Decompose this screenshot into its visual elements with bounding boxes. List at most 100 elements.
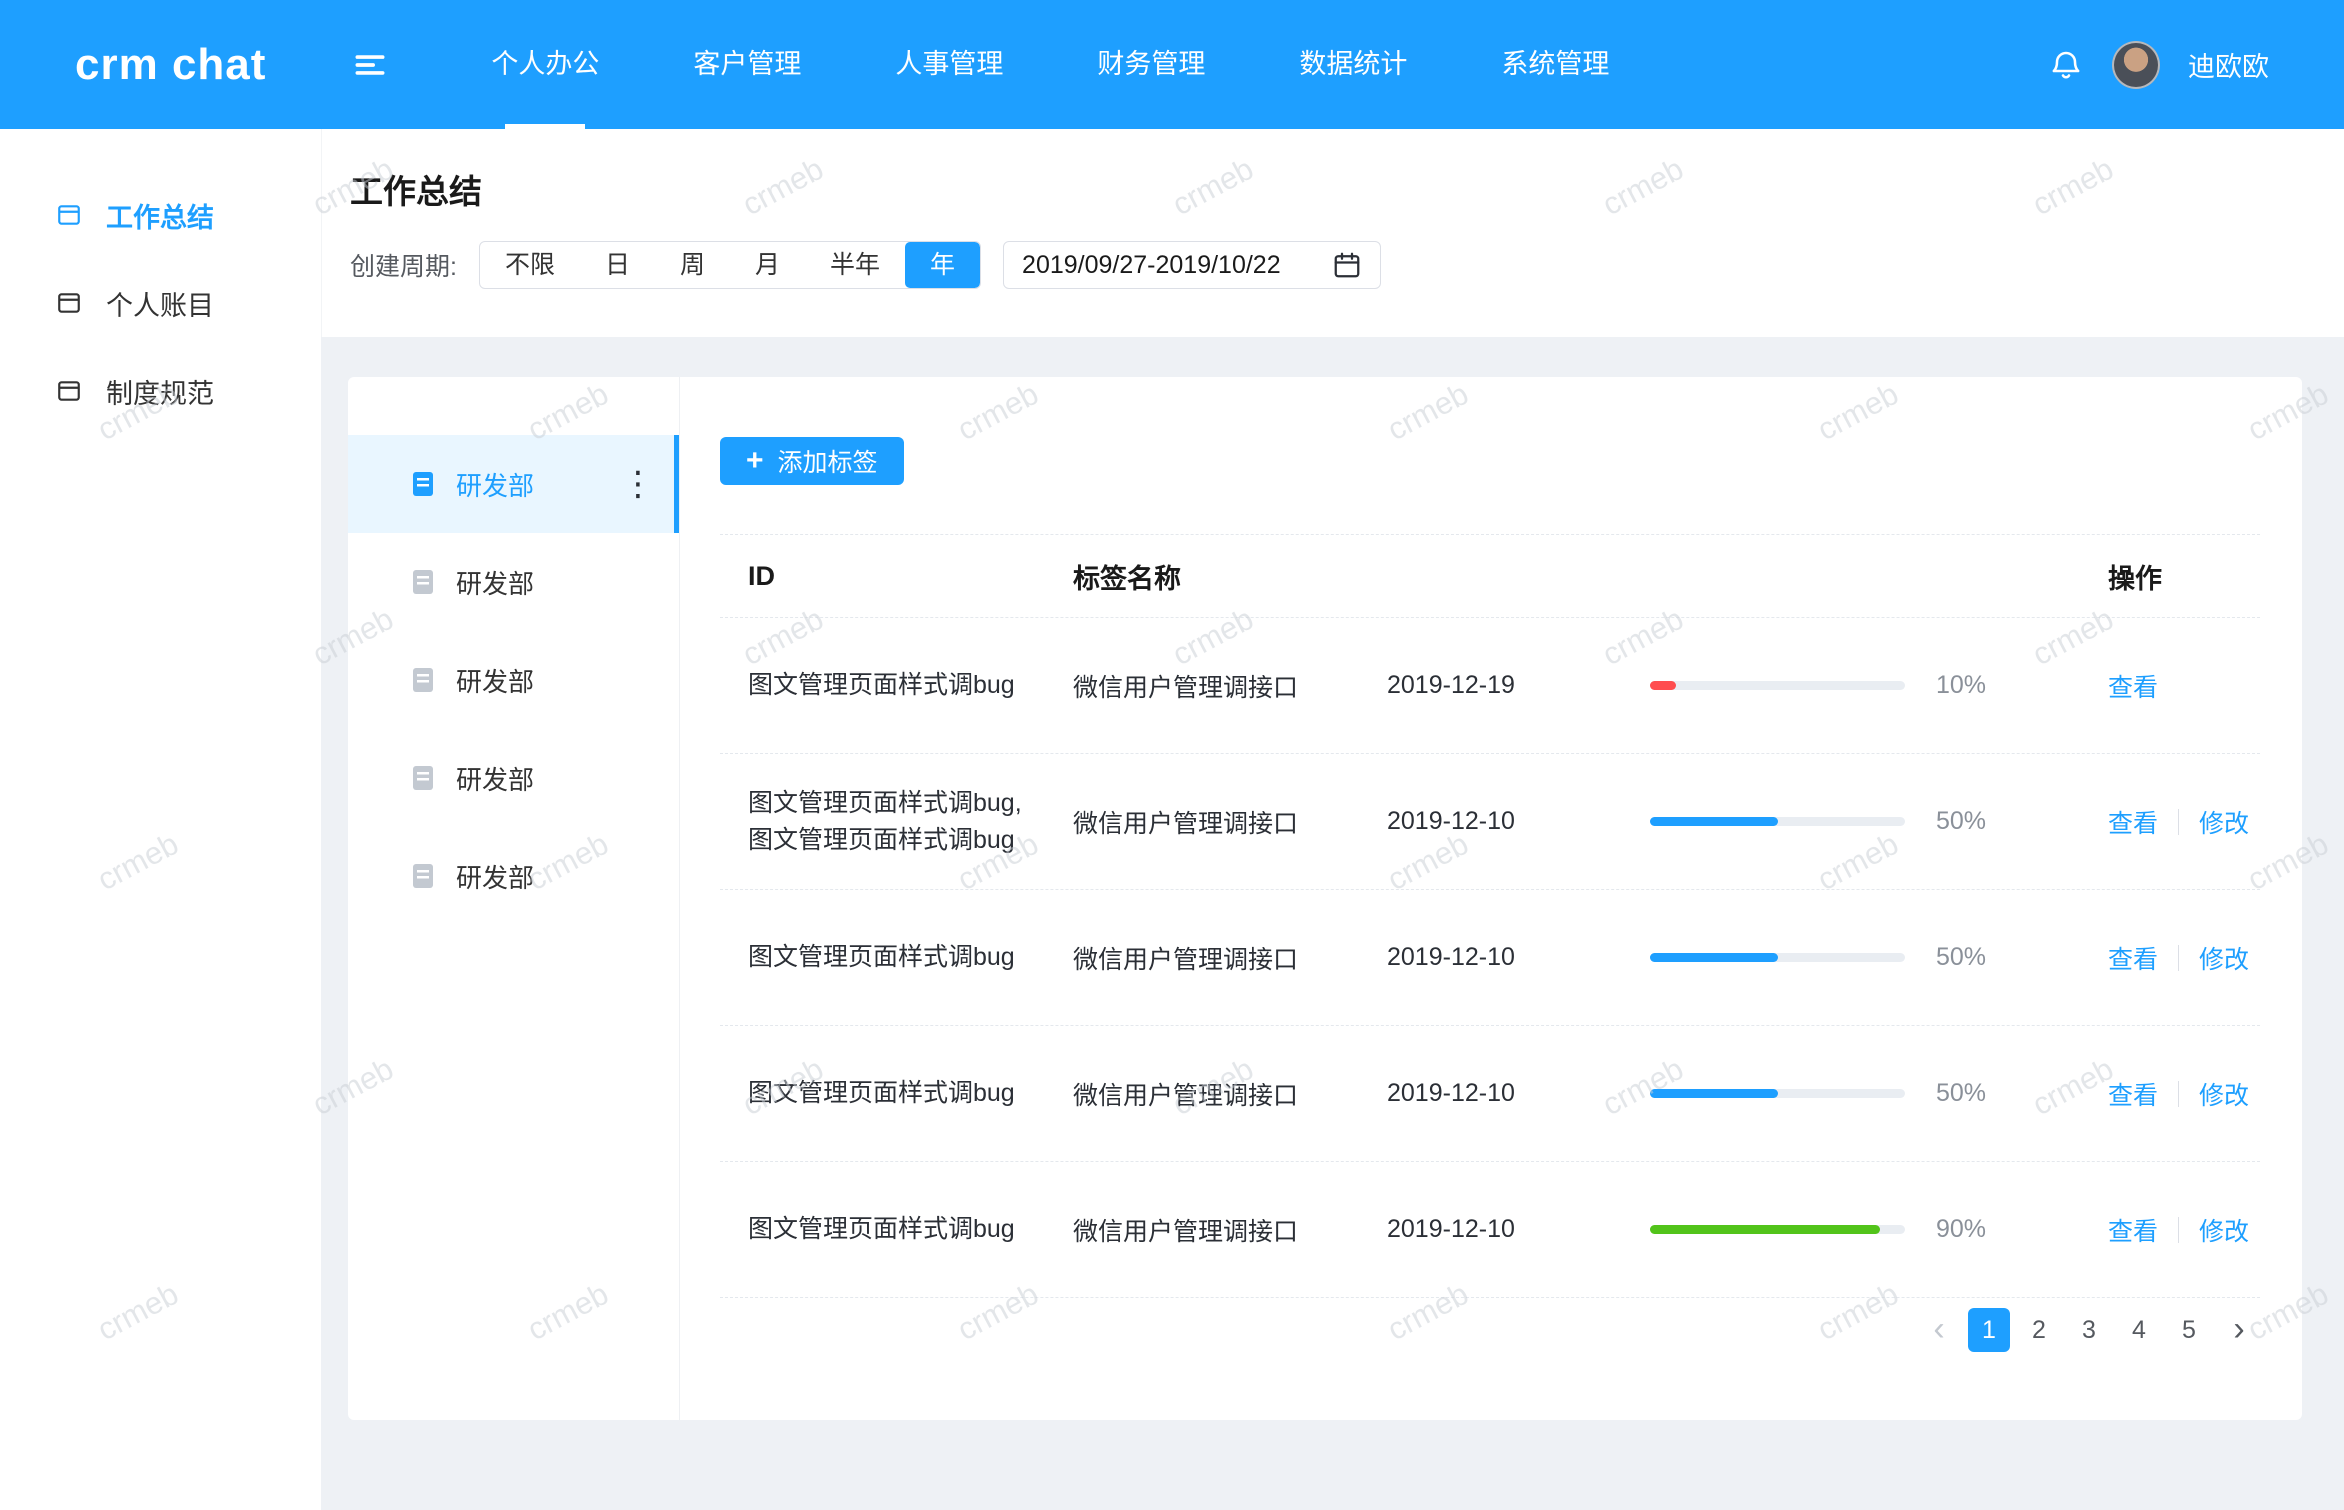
- table-row: 图文管理页面样式调bug 微信用户管理调接口 2019-12-19 10% 查看: [720, 618, 2260, 754]
- pagination-page-3[interactable]: 3: [2068, 1308, 2110, 1352]
- nav-item-data-stats[interactable]: 数据统计: [1252, 0, 1454, 129]
- cell-progress: [1622, 1089, 1908, 1098]
- progress-fill: [1650, 681, 1676, 690]
- action-divider: [2178, 945, 2179, 971]
- document-icon: [412, 863, 434, 889]
- progress-track: [1650, 953, 1905, 962]
- cell-date: 2019-12-10: [1359, 1215, 1622, 1244]
- dept-item[interactable]: 研发部 ⋮: [348, 435, 679, 533]
- view-link[interactable]: 查看: [2108, 1076, 2158, 1112]
- nav-item-personal-office[interactable]: 个人办公: [444, 0, 646, 129]
- cell-id: 图文管理页面样式调bug: [720, 667, 1045, 703]
- view-link[interactable]: 查看: [2108, 1212, 2158, 1248]
- action-divider: [2178, 1081, 2179, 1107]
- edit-link[interactable]: 修改: [2199, 804, 2249, 840]
- pagination-page-2[interactable]: 2: [2018, 1308, 2060, 1352]
- tag-table-area: + 添加标签 ID 标签名称 操作 图文管理页面样式调bug 微信用户管理调接口…: [720, 437, 2260, 1380]
- sidebar-item-rules[interactable]: 制度规范: [0, 347, 321, 435]
- header-right: 迪欧欧: [2048, 41, 2269, 89]
- view-link[interactable]: 查看: [2108, 804, 2158, 840]
- cell-percent: 50%: [1908, 807, 2108, 836]
- dept-item[interactable]: 研发部: [348, 827, 679, 925]
- user-avatar[interactable]: [2112, 41, 2160, 89]
- edit-link[interactable]: 修改: [2199, 940, 2249, 976]
- top-nav: 个人办公 客户管理 人事管理 财务管理 数据统计 系统管理: [444, 0, 1656, 129]
- progress-fill: [1650, 1225, 1880, 1234]
- period-option-unlimited[interactable]: 不限: [480, 242, 580, 288]
- dept-label: 研发部: [456, 564, 534, 601]
- calendar-icon: [1332, 250, 1362, 280]
- period-option-week[interactable]: 周: [655, 242, 730, 288]
- edit-link[interactable]: 修改: [2199, 1076, 2249, 1112]
- add-tag-label: 添加标签: [778, 443, 878, 479]
- cell-progress: [1622, 681, 1908, 690]
- table-row: 图文管理页面样式调bug 微信用户管理调接口 2019-12-10 50% 查看…: [720, 890, 2260, 1026]
- dept-item[interactable]: 研发部: [348, 631, 679, 729]
- sidebar-item-work-summary[interactable]: 工作总结: [0, 171, 321, 259]
- cell-actions: 查看 修改: [2108, 940, 2260, 976]
- pagination-page-1[interactable]: 1: [1968, 1308, 2010, 1352]
- sidebar-item-label: 个人账目: [106, 284, 214, 323]
- header-id: ID: [720, 561, 1045, 592]
- cell-tag-name: 微信用户管理调接口: [1045, 804, 1359, 840]
- period-option-month[interactable]: 月: [730, 242, 805, 288]
- header-tag-name: 标签名称: [1045, 557, 1359, 596]
- cell-date: 2019-12-10: [1359, 943, 1622, 972]
- document-icon: [412, 667, 434, 693]
- cell-tag-name: 微信用户管理调接口: [1045, 1076, 1359, 1112]
- progress-track: [1650, 817, 1905, 826]
- menu-toggle-icon[interactable]: [351, 46, 389, 84]
- dept-label: 研发部: [456, 662, 534, 699]
- plus-icon: +: [746, 446, 764, 476]
- user-name[interactable]: 迪欧欧: [2188, 45, 2269, 84]
- dept-label: 研发部: [456, 858, 534, 895]
- app-logo: crm chat: [75, 40, 266, 90]
- filter-row: 创建周期: 不限 日 周 月 半年 年 2019/09/27-2019/10/2…: [350, 241, 2344, 289]
- action-divider: [2178, 809, 2179, 835]
- page-title: 工作总结: [350, 129, 2344, 213]
- watermark-text: crmeb: [2027, 1501, 2120, 1510]
- add-tag-button[interactable]: + 添加标签: [720, 437, 904, 485]
- date-range-value: 2019/09/27-2019/10/22: [1022, 251, 1281, 280]
- cell-actions: 查看 修改: [2108, 1212, 2260, 1248]
- cell-tag-name: 微信用户管理调接口: [1045, 668, 1359, 704]
- pagination: ‹ 1 2 3 4 5 ›: [1918, 1308, 2260, 1352]
- period-option-halfyear[interactable]: 半年: [805, 242, 905, 288]
- dept-item[interactable]: 研发部: [348, 533, 679, 631]
- period-option-day[interactable]: 日: [580, 242, 655, 288]
- pagination-prev-icon[interactable]: ‹: [1918, 1308, 1960, 1352]
- filter-label: 创建周期:: [350, 247, 457, 283]
- sidebar-item-label: 工作总结: [106, 196, 214, 235]
- sidebar-item-personal-account[interactable]: 个人账目: [0, 259, 321, 347]
- header-actions: 操作: [2108, 557, 2260, 596]
- nav-item-finance-mgmt[interactable]: 财务管理: [1050, 0, 1252, 129]
- cell-actions: 查看 修改: [2108, 804, 2260, 840]
- period-segmented-control: 不限 日 周 月 半年 年: [479, 241, 981, 289]
- pagination-page-4[interactable]: 4: [2118, 1308, 2160, 1352]
- nav-item-customer-mgmt[interactable]: 客户管理: [646, 0, 848, 129]
- cell-date: 2019-12-19: [1359, 671, 1622, 700]
- cell-id: 图文管理页面样式调bug, 图文管理页面样式调bug: [720, 785, 1045, 858]
- view-link[interactable]: 查看: [2108, 668, 2158, 704]
- watermark-text: crmeb: [737, 1501, 830, 1510]
- cell-tag-name: 微信用户管理调接口: [1045, 1212, 1359, 1248]
- dept-item[interactable]: 研发部: [348, 729, 679, 827]
- date-range-picker[interactable]: 2019/09/27-2019/10/22: [1003, 241, 1381, 289]
- nav-item-hr-mgmt[interactable]: 人事管理: [848, 0, 1050, 129]
- progress-fill: [1650, 817, 1778, 826]
- pagination-page-5[interactable]: 5: [2168, 1308, 2210, 1352]
- edit-link[interactable]: 修改: [2199, 1212, 2249, 1248]
- progress-track: [1650, 1225, 1905, 1234]
- pagination-next-icon[interactable]: ›: [2218, 1308, 2260, 1352]
- document-icon: [412, 765, 434, 791]
- cell-id: 图文管理页面样式调bug: [720, 939, 1045, 975]
- progress-fill: [1650, 1089, 1778, 1098]
- more-icon[interactable]: ⋮: [621, 467, 655, 501]
- notification-bell-icon[interactable]: [2048, 47, 2084, 83]
- app-header: crm chat 个人办公 客户管理 人事管理 财务管理 数据统计 系统管理 迪…: [0, 0, 2344, 129]
- cell-actions: 查看 修改: [2108, 1076, 2260, 1112]
- view-link[interactable]: 查看: [2108, 940, 2158, 976]
- period-option-year[interactable]: 年: [905, 242, 980, 288]
- personal-account-icon: [56, 290, 82, 316]
- nav-item-system-mgmt[interactable]: 系统管理: [1454, 0, 1656, 129]
